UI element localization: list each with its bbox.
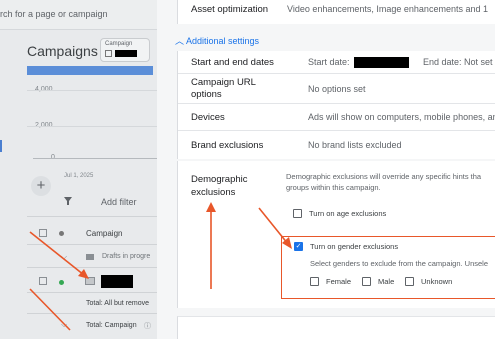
chevron-down-icon[interactable]: ⌵ [61, 252, 67, 262]
row-checkbox[interactable] [39, 277, 47, 285]
chevron-down-icon[interactable]: ⌵ [61, 320, 67, 330]
asset-optimization-value: Video enhancements, Image enhancements a… [287, 4, 488, 14]
demographic-description-line2: groups within this campaign. [286, 182, 381, 192]
redacted-start-date [354, 57, 409, 68]
chart-baseline [33, 158, 157, 159]
left-edge-indicator [0, 140, 2, 152]
start-date-prefix: Start date: [308, 57, 350, 67]
asset-optimization-card[interactable]: Asset optimization Video enhancements, I… [177, 0, 495, 24]
divider [27, 267, 157, 268]
chart-metric-bar[interactable] [27, 66, 153, 75]
campaign-column-header[interactable]: Campaign [86, 229, 122, 238]
campaign-url-options-value: No options set [308, 84, 366, 94]
next-settings-card[interactable] [177, 316, 495, 339]
demographic-description-line1: Demographic exclusions will override any… [286, 172, 482, 181]
additional-settings-toggle[interactable]: ︿ Additional settings [175, 34, 259, 47]
campaign-selector-label: Campaign [105, 41, 133, 47]
help-icon[interactable]: ⓘ [144, 321, 151, 331]
start-end-dates-label: Start and end dates [191, 57, 274, 68]
page-title: Campaigns [27, 43, 98, 59]
campaign-url-options-row[interactable]: Campaign URL options No options set [178, 73, 495, 103]
age-exclusions-checkbox[interactable] [293, 209, 302, 218]
filter-icon[interactable] [64, 197, 72, 205]
divider [27, 292, 157, 293]
age-exclusions-label: Turn on age exclusions [309, 209, 387, 218]
end-date-text: End date: Not set [423, 57, 493, 67]
chevron-up-icon: ︿ [175, 36, 185, 46]
additional-settings-card: Start and end dates Start date: End date… [177, 51, 495, 159]
campaign-type-icon [105, 50, 112, 57]
asset-optimization-label: Asset optimization [191, 4, 269, 15]
redacted-campaign-name [115, 50, 137, 57]
search-placeholder: rch for a page or campaign [0, 9, 108, 19]
performance-chart: 4,000 2,000 0 [27, 80, 157, 168]
campaign-selector[interactable]: Campaign [100, 38, 150, 62]
chart-gridline [27, 90, 157, 91]
demographic-exclusions-label: Demographic exclusions [191, 174, 248, 198]
additional-settings-label: Additional settings [186, 36, 260, 46]
campaign-url-options-label: Campaign URL options [191, 77, 256, 100]
folder-icon [86, 254, 94, 260]
add-button[interactable]: + [31, 176, 51, 196]
chart-gridline [27, 126, 157, 127]
devices-label: Devices [191, 112, 225, 123]
divider [27, 216, 157, 217]
campaign-type-icon [85, 277, 95, 285]
divider [27, 313, 157, 314]
status-dot [59, 231, 64, 236]
annotation-highlight-box [281, 236, 495, 299]
divider [27, 244, 157, 245]
add-filter-button[interactable]: Add filter [101, 197, 137, 207]
start-end-dates-row[interactable]: Start and end dates Start date: End date… [178, 51, 495, 73]
redacted-campaign-row-name[interactable] [101, 275, 133, 288]
total-all-row: Total: All but remove [86, 300, 150, 307]
select-all-checkbox[interactable] [39, 229, 47, 237]
brand-exclusions-label: Brand exclusions [191, 140, 264, 151]
chart-date-label: Jul 1, 2025 [64, 173, 94, 179]
drafts-row[interactable]: Drafts in progre [102, 253, 150, 260]
brand-exclusions-row[interactable]: Brand exclusions No brand lists excluded [178, 130, 495, 159]
devices-value: Ads will show on computers, mobile phone… [308, 112, 495, 122]
enabled-status-dot [59, 280, 64, 285]
brand-exclusions-value: No brand lists excluded [308, 140, 402, 150]
devices-row[interactable]: Devices Ads will show on computers, mobi… [178, 103, 495, 130]
total-campaign-row: Total: Campaign [86, 322, 137, 329]
